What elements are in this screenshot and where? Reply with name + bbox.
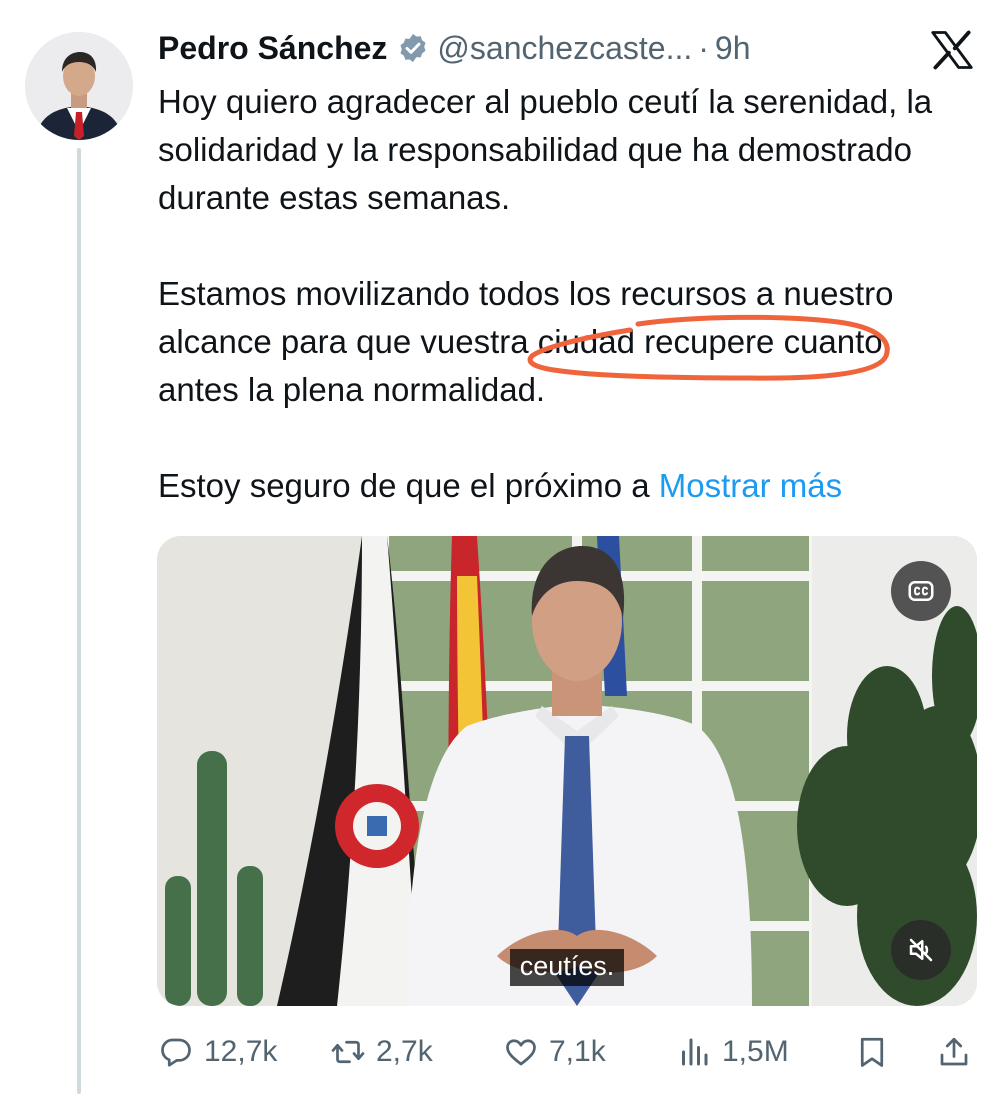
thread-line bbox=[77, 148, 81, 1094]
reply-icon bbox=[161, 1038, 191, 1067]
retweet-count: 2,7k bbox=[376, 1035, 433, 1068]
views-button[interactable]: 1,5M bbox=[676, 1028, 789, 1076]
tweet-paragraph: Estamos movilizando todos los recursos a… bbox=[158, 275, 894, 408]
reply-button[interactable]: 12,7k bbox=[158, 1028, 277, 1076]
tweet-body: Hoy quiero agradecer al pueblo ceutí la … bbox=[158, 78, 958, 510]
bookmark-icon bbox=[860, 1037, 884, 1067]
views-chart-icon bbox=[682, 1038, 708, 1066]
video-caption: ceutíes. bbox=[157, 949, 977, 986]
tweet-timestamp[interactable]: 9h bbox=[715, 30, 751, 67]
like-button[interactable]: 7,1k bbox=[503, 1028, 606, 1076]
video-caption-text: ceutíes. bbox=[509, 949, 625, 986]
author-name[interactable]: Pedro Sánchez bbox=[158, 30, 387, 67]
video-player[interactable]: ceutíes. bbox=[157, 536, 977, 1006]
tweet-paragraph-text: Estoy seguro de que el próximo a bbox=[158, 467, 650, 504]
verified-badge-icon bbox=[397, 32, 429, 64]
bookmark-button[interactable] bbox=[854, 1028, 890, 1076]
like-count: 7,1k bbox=[549, 1035, 606, 1068]
avatar-image bbox=[25, 32, 133, 140]
reply-count: 12,7k bbox=[204, 1035, 278, 1068]
tweet-paragraph-truncated: Estoy seguro de que el próximo a Mostrar… bbox=[158, 462, 958, 510]
retweet-icon bbox=[331, 1040, 365, 1064]
x-logo-icon bbox=[931, 30, 973, 70]
heart-icon bbox=[506, 1039, 536, 1066]
tweet-header: Pedro Sánchez @sanchezcaste... · 9h bbox=[158, 26, 750, 70]
share-button[interactable] bbox=[936, 1028, 972, 1076]
closed-captions-icon bbox=[908, 581, 934, 601]
author-avatar[interactable] bbox=[25, 32, 133, 140]
show-more-link[interactable]: Mostrar más bbox=[659, 467, 842, 504]
views-count: 1,5M bbox=[722, 1035, 789, 1068]
video-frame bbox=[157, 536, 977, 1006]
author-handle[interactable]: @sanchezcaste... bbox=[437, 30, 692, 67]
closed-captions-button[interactable] bbox=[891, 561, 951, 621]
header-separator: · bbox=[698, 29, 709, 66]
tweet-paragraph: Hoy quiero agradecer al pueblo ceutí la … bbox=[158, 83, 933, 216]
share-icon bbox=[940, 1037, 968, 1066]
retweet-button[interactable]: 2,7k bbox=[330, 1028, 433, 1076]
tweet-actions: 12,7k 2,7k 7,1k 1,5M bbox=[158, 1028, 978, 1076]
